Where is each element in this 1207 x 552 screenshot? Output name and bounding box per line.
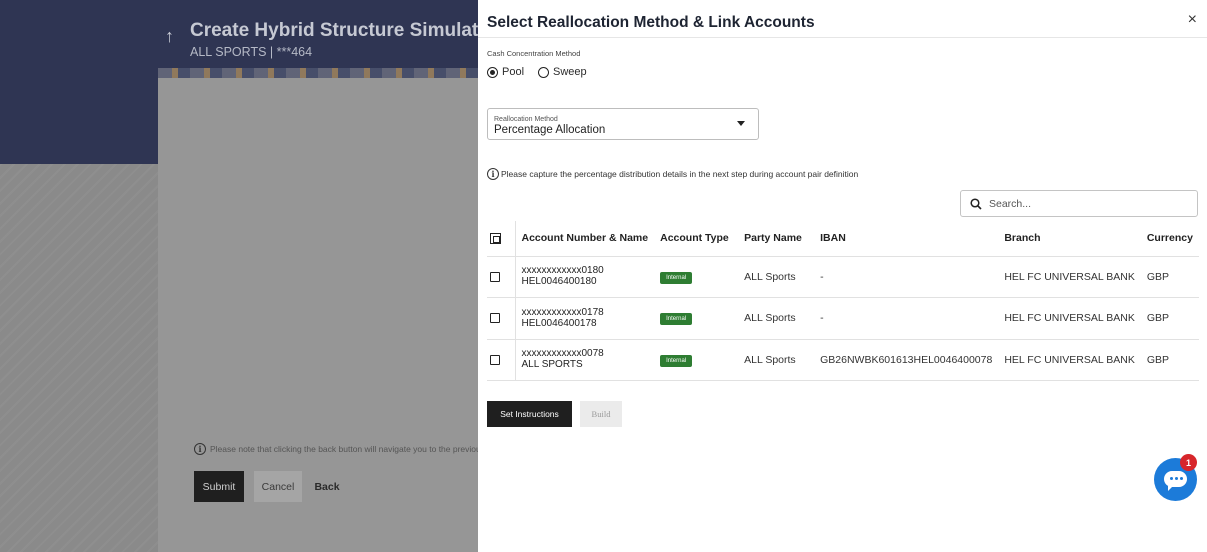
percentage-info-message: i Please capture the percentage distribu… xyxy=(487,168,858,180)
header-branch[interactable]: Branch xyxy=(998,221,1141,257)
row-select-cell xyxy=(487,297,516,340)
account-name: ALL SPORTS xyxy=(521,359,583,371)
set-instructions-button[interactable]: Set Instructions xyxy=(487,401,572,427)
account-number: xxxxxxxxxxxx0178 xyxy=(521,306,604,318)
iban: GB26NWBK601613HEL0046400078 xyxy=(814,339,999,381)
reallocation-method-value: Percentage Allocation xyxy=(494,124,606,136)
iban: - xyxy=(814,297,999,340)
select-all-checkbox[interactable] xyxy=(490,232,501,244)
account-type-badge: Internal xyxy=(660,313,693,326)
account-cell: xxxxxxxxxxxx0178 HEL0046400178 xyxy=(515,297,655,340)
search-input[interactable] xyxy=(989,197,1179,210)
accounts-table: Account Number & Name Account Type Party… xyxy=(487,221,1199,381)
cancel-button[interactable]: Cancel xyxy=(254,471,302,502)
party-name: ALL Sports xyxy=(738,339,815,381)
party-name: ALL Sports xyxy=(738,297,815,340)
cash-concentration-label: Cash Concentration Method xyxy=(487,49,581,58)
reallocation-method-label: Reallocation Method xyxy=(494,116,558,123)
reallocation-method-select[interactable]: Reallocation Method Percentage Allocatio… xyxy=(487,108,759,140)
modal-divider xyxy=(478,37,1207,38)
cash-concentration-radio-group: Pool Sweep xyxy=(487,66,587,78)
table-header-row: Account Number & Name Account Type Party… xyxy=(487,221,1199,257)
row-checkbox[interactable] xyxy=(490,354,500,365)
back-button[interactable]: Back xyxy=(312,471,342,502)
chevron-down-icon[interactable] xyxy=(737,121,745,126)
header-account-type[interactable]: Account Type xyxy=(654,221,739,257)
chat-bubble-icon xyxy=(1164,471,1187,491)
account-name: HEL0046400178 xyxy=(521,317,597,329)
back-navigation-note-text: Please note that clicking the back butto… xyxy=(210,444,509,454)
currency: GBP xyxy=(1140,297,1199,340)
page-left-background xyxy=(0,164,158,552)
account-number: xxxxxxxxxxxx0078 xyxy=(521,348,604,360)
back-navigation-note: i Please note that clicking the back but… xyxy=(194,443,509,455)
radio-pool[interactable]: Pool xyxy=(487,66,524,78)
iban: - xyxy=(814,256,999,298)
info-icon: i xyxy=(194,443,206,455)
table-row[interactable]: xxxxxxxxxxxx0078 ALL SPORTS Internal ALL… xyxy=(487,339,1199,381)
header-party-name[interactable]: Party Name xyxy=(738,221,815,257)
branch: HEL FC UNIVERSAL BANK xyxy=(998,297,1141,340)
row-checkbox[interactable] xyxy=(490,271,500,282)
account-type-cell: Internal xyxy=(654,256,739,298)
header-account[interactable]: Account Number & Name xyxy=(515,221,655,257)
table-row[interactable]: xxxxxxxxxxxx0180 HEL0046400180 Internal … xyxy=(487,256,1199,298)
submit-button[interactable]: Submit xyxy=(194,471,244,502)
party-name: ALL Sports xyxy=(738,256,815,298)
row-select-cell xyxy=(487,256,516,298)
page-title: Create Hybrid Structure Simulation xyxy=(190,20,507,41)
info-icon: i xyxy=(487,168,499,180)
radio-unselected-icon[interactable] xyxy=(538,66,550,78)
account-number: xxxxxxxxxxxx0180 xyxy=(521,265,604,277)
close-icon[interactable]: × xyxy=(1188,11,1197,29)
radio-selected-icon[interactable] xyxy=(487,66,498,78)
branch: HEL FC UNIVERSAL BANK xyxy=(998,256,1141,298)
account-type-cell: Internal xyxy=(654,339,739,381)
search-box[interactable] xyxy=(960,190,1198,217)
branch: HEL FC UNIVERSAL BANK xyxy=(998,339,1141,381)
search-icon xyxy=(970,197,982,210)
header-currency[interactable]: Currency xyxy=(1140,221,1199,257)
row-select-cell xyxy=(487,339,516,381)
link-accounts-modal: Select Reallocation Method & Link Accoun… xyxy=(478,0,1207,552)
account-type-badge: Internal xyxy=(660,271,693,284)
notification-badge: 1 xyxy=(1180,454,1197,471)
radio-sweep-label: Sweep xyxy=(553,66,587,78)
percentage-info-text: Please capture the percentage distributi… xyxy=(501,169,859,179)
table-row[interactable]: xxxxxxxxxxxx0178 HEL0046400178 Internal … xyxy=(487,297,1199,340)
account-type-cell: Internal xyxy=(654,297,739,340)
account-cell: xxxxxxxxxxxx0078 ALL SPORTS xyxy=(515,339,655,381)
account-cell: xxxxxxxxxxxx0180 HEL0046400180 xyxy=(515,256,655,298)
select-all-cell xyxy=(487,221,516,257)
build-button[interactable]: Build xyxy=(580,401,622,427)
currency: GBP xyxy=(1140,339,1199,381)
back-arrow-icon[interactable]: ↑ xyxy=(165,26,174,47)
account-name: HEL0046400180 xyxy=(521,276,597,288)
header-banner-image xyxy=(158,68,478,78)
chat-dots xyxy=(1170,477,1183,480)
account-type-badge: Internal xyxy=(660,354,693,367)
currency: GBP xyxy=(1140,256,1199,298)
header-iban[interactable]: IBAN xyxy=(814,221,999,257)
chatbot-button[interactable]: 1 xyxy=(1154,454,1197,501)
modal-title: Select Reallocation Method & Link Accoun… xyxy=(487,14,815,31)
radio-pool-label: Pool xyxy=(502,66,525,78)
row-checkbox[interactable] xyxy=(490,313,500,324)
radio-sweep[interactable]: Sweep xyxy=(538,66,587,78)
page-subtitle: ALL SPORTS | ***464 xyxy=(190,45,313,59)
